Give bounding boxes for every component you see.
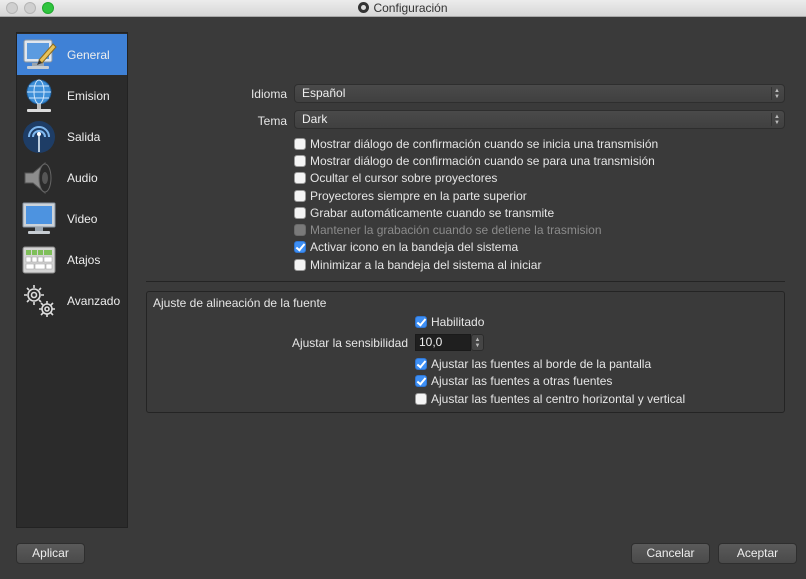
accept-button[interactable]: Aceptar <box>718 543 797 564</box>
window-title: Configuración <box>373 1 448 15</box>
sidebar-item-audio[interactable]: Audio <box>17 157 127 198</box>
snap-to-screen-edge-checkbox[interactable]: Ajustar las fuentes al borde de la panta… <box>415 356 651 372</box>
globe-network-icon <box>17 76 61 116</box>
checkbox-box[interactable] <box>294 155 306 167</box>
broadcast-signal-icon <box>17 117 61 157</box>
speaker-icon <box>17 158 61 198</box>
group-title: Ajuste de alineación de la fuente <box>153 296 327 310</box>
checkbox-box <box>294 224 306 236</box>
sidebar-item-label: Atajos <box>67 252 101 267</box>
system-tray-icon-checkbox[interactable]: Activar icono en la bandeja del sistema <box>294 239 518 255</box>
checkbox-label: Ajustar las fuentes al centro horizontal… <box>431 392 686 406</box>
obs-logo-icon <box>358 2 370 13</box>
sidebar-item-salida[interactable]: Salida <box>17 116 127 157</box>
checkbox-label: Habilitado <box>431 315 485 329</box>
monitor-icon <box>17 199 61 239</box>
checkbox-label: Mantener la grabación cuando se detiene … <box>310 223 602 237</box>
checkbox-label: Ajustar las fuentes a otras fuentes <box>431 374 613 388</box>
checkbox-label: Proyectores siempre en la parte superior <box>310 189 527 203</box>
checkbox-box[interactable] <box>415 393 427 405</box>
sidebar-item-label: General <box>67 47 110 62</box>
checkbox-label: Activar icono en la bandeja del sistema <box>310 240 519 254</box>
checkbox-box[interactable] <box>415 358 427 370</box>
monitor-pencil-icon <box>17 35 61 75</box>
sidebar-item-label: Video <box>67 211 98 226</box>
language-select[interactable]: Español ▲ ▼ <box>294 84 785 103</box>
language-select-value: Español <box>302 86 346 100</box>
sensitivity-spinbox[interactable]: 10,0 ▲ ▼ <box>415 334 484 351</box>
minimize-to-tray-checkbox[interactable]: Minimizar a la bandeja del sistema al in… <box>294 257 541 273</box>
sensitivity-label: Ajustar la sensibilidad <box>291 336 408 350</box>
hide-cursor-projectors-checkbox[interactable]: Ocultar el cursor sobre proyectores <box>294 170 497 186</box>
snap-to-other-sources-checkbox[interactable]: Ajustar las fuentes a otras fuentes <box>415 373 612 389</box>
keyboard-icon <box>17 240 61 280</box>
snap-to-center-checkbox[interactable]: Ajustar las fuentes al centro horizontal… <box>415 391 685 407</box>
apply-button[interactable]: Aplicar <box>16 543 85 564</box>
updown-arrows-icon[interactable]: ▲ ▼ <box>471 334 484 351</box>
checkbox-box[interactable] <box>294 190 306 202</box>
checkbox-box[interactable] <box>294 259 306 271</box>
sidebar-item-general[interactable]: General <box>17 34 127 75</box>
sidebar-item-avanzado[interactable]: Avanzado <box>17 280 127 321</box>
theme-select-value: Dark <box>302 112 328 126</box>
checkbox-box[interactable] <box>294 241 306 253</box>
checkbox-label: Mostrar diálogo de confirmación cuando s… <box>310 154 655 168</box>
language-label: Idioma <box>250 87 287 101</box>
confirm-stop-stream-checkbox[interactable]: Mostrar diálogo de confirmación cuando s… <box>294 153 655 169</box>
checkbox-box[interactable] <box>294 138 306 150</box>
window-title-area: Configuración <box>0 1 806 15</box>
theme-select[interactable]: Dark ▲ ▼ <box>294 110 785 129</box>
sidebar-item-emision[interactable]: Emision <box>17 75 127 116</box>
checkbox-label: Mostrar diálogo de confirmación cuando s… <box>310 137 659 151</box>
gears-icon <box>17 281 61 321</box>
projectors-always-on-top-checkbox[interactable]: Proyectores siempre en la parte superior <box>294 188 527 204</box>
auto-record-when-streaming-checkbox[interactable]: Grabar automáticamente cuando se transmi… <box>294 205 554 221</box>
theme-label: Tema <box>257 114 287 128</box>
keep-recording-checkbox: Mantener la grabación cuando se detiene … <box>294 222 602 238</box>
checkbox-box[interactable] <box>415 375 427 387</box>
sidebar-item-atajos[interactable]: Atajos <box>17 239 127 280</box>
checkbox-box[interactable] <box>294 207 306 219</box>
cancel-button[interactable]: Cancelar <box>631 543 710 564</box>
snapping-enabled-checkbox[interactable]: Habilitado <box>415 314 484 330</box>
checkbox-label: Grabar automáticamente cuando se transmi… <box>310 206 555 220</box>
sidebar-item-label: Avanzado <box>67 293 121 308</box>
sidebar-item-video[interactable]: Video <box>17 198 127 239</box>
updown-arrows-icon: ▲ ▼ <box>771 87 782 100</box>
sidebar-item-label: Emision <box>67 88 110 103</box>
checkbox-box[interactable] <box>294 172 306 184</box>
checkbox-label: Ajustar las fuentes al borde de la panta… <box>431 357 652 371</box>
checkbox-box[interactable] <box>415 316 427 328</box>
sidebar-item-label: Audio <box>67 170 98 185</box>
sensitivity-value: 10,0 <box>419 335 443 349</box>
section-separator <box>146 281 785 282</box>
updown-arrows-icon: ▲ ▼ <box>771 113 782 126</box>
title-bar: Configuración <box>0 0 806 17</box>
settings-sidebar: General Emision Salida Audio Video Atajo… <box>16 32 128 528</box>
confirm-start-stream-checkbox[interactable]: Mostrar diálogo de confirmación cuando s… <box>294 136 658 152</box>
sidebar-item-label: Salida <box>67 129 101 144</box>
checkbox-label: Ocultar el cursor sobre proyectores <box>310 171 498 185</box>
checkbox-label: Minimizar a la bandeja del sistema al in… <box>310 258 542 272</box>
